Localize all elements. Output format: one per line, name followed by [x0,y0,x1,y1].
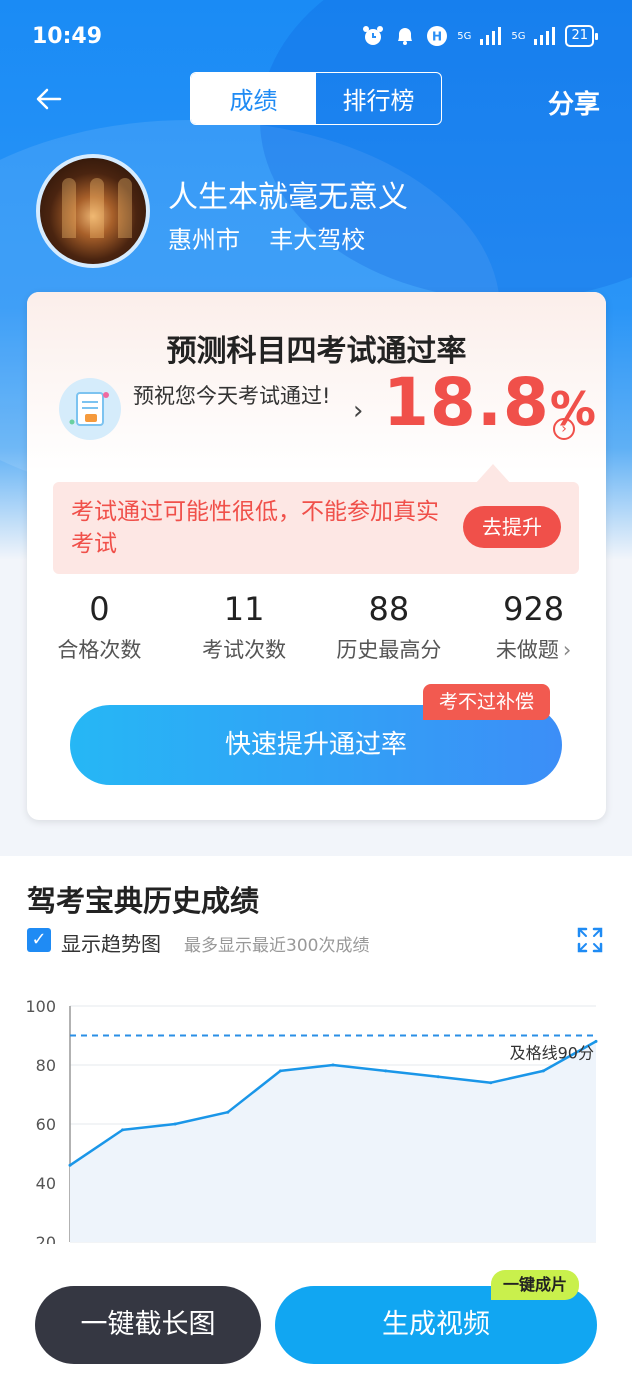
bottom-action-bar: 一键截长图 生成视频 一键成片 [0,1268,632,1390]
data-point [436,1075,440,1079]
show-trend-label[interactable]: 显示趋势图 [61,928,161,957]
tab-ranking[interactable]: 排行榜 [316,73,441,124]
status-time: 10:49 [32,24,103,49]
detail-arrow-icon[interactable]: › [553,418,575,440]
signal-icon [479,24,503,48]
data-point [384,1069,388,1073]
y-tick-label: 100 [25,997,56,1016]
top-nav: 成绩 排行榜 分享 [0,72,632,128]
tab-switcher: 成绩 排行榜 [190,72,442,125]
warning-box: 考试通过可能性很低，不能参加真实考试 去提升 [53,482,579,574]
data-point [489,1081,493,1085]
chevron-right-icon: › [562,638,572,662]
bell-icon [393,24,417,48]
one-click-badge: 一键成片 [491,1270,580,1300]
alarm-icon [361,24,385,48]
improve-button[interactable]: 去提升 [463,506,561,548]
user-location: 惠州市 丰大驾校 [168,220,365,255]
stat-label: 考试次数 [202,638,287,662]
hd-icon: H [425,24,449,48]
data-point [173,1122,177,1126]
document-icon [59,378,121,440]
y-tick-label: 20 [36,1233,56,1244]
pass-line-label: 及格线90分 [510,1044,594,1063]
data-point [331,1063,335,1067]
trend-note: 最多显示最近300次成绩 [184,936,370,956]
username: 人生本就毫无意义 [168,180,408,215]
chevron-right-icon[interactable]: › [353,396,363,426]
network-type: 5G [457,30,472,42]
show-trend-checkbox[interactable]: ✓ [27,928,51,952]
driving-school: 丰大驾校 [269,226,366,254]
svg-text:H: H [432,30,442,44]
network-type-2: 5G [511,30,526,42]
stat-label: 合格次数 [57,638,142,662]
stat-label-row: 未做题 › [461,634,606,664]
status-icons: H 5G 5G 21 [361,24,598,48]
status-bar: 10:49 H 5G 5G 21 [0,0,632,72]
y-tick-label: 80 [36,1056,56,1075]
stats-row: 0 合格次数 11 考试次数 88 历史最高分 928 未做题 › [27,590,606,664]
warning-text: 考试通过可能性很低，不能参加真实考试 [71,499,439,557]
series-area [70,1041,596,1242]
stat-exam-count: 11 考试次数 [172,590,317,664]
history-title: 驾考宝典历史成绩 [27,884,260,918]
signal-icon [533,24,557,48]
long-screenshot-button[interactable]: 一键截长图 [35,1286,261,1364]
y-tick-label: 40 [36,1174,56,1193]
city: 惠州市 [168,226,240,254]
stat-best-score: 88 历史最高分 [317,590,462,664]
data-point [278,1069,282,1073]
data-point [594,1039,598,1043]
data-point [121,1128,125,1132]
tab-scores[interactable]: 成绩 [191,73,316,124]
stat-label: 历史最高分 [336,638,442,662]
wish-text: 预祝您今天考试通过! [133,384,331,408]
stat-pass-count: 0 合格次数 [27,590,172,664]
data-point [68,1163,72,1167]
score-trend-chart: 100 80 60 40 20 及格线90分 [25,997,598,1244]
share-button[interactable]: 分享 [548,84,600,121]
stat-value: 0 [89,590,110,628]
stat-unanswered[interactable]: 928 未做题 › [461,590,606,664]
data-point [541,1069,545,1073]
compensation-badge: 考不过补偿 [423,684,551,720]
pass-rate-value: 18.8 [383,364,550,441]
avatar[interactable] [36,154,150,268]
warning-pointer [475,464,511,484]
back-arrow-icon[interactable] [34,84,64,114]
stat-value: 11 [223,590,265,628]
data-point [226,1110,230,1114]
pass-rate-card: 预测科目四考试通过率 预祝您今天考试通过! › 18.8% › 考试通过可能性很… [27,292,606,820]
battery-indicator: 21 [565,25,598,47]
stat-label: 未做题 [495,638,559,662]
y-tick-label: 60 [36,1115,56,1134]
stat-value: 928 [503,590,565,628]
stat-value: 88 [368,590,410,628]
fullscreen-icon[interactable] [577,927,603,953]
